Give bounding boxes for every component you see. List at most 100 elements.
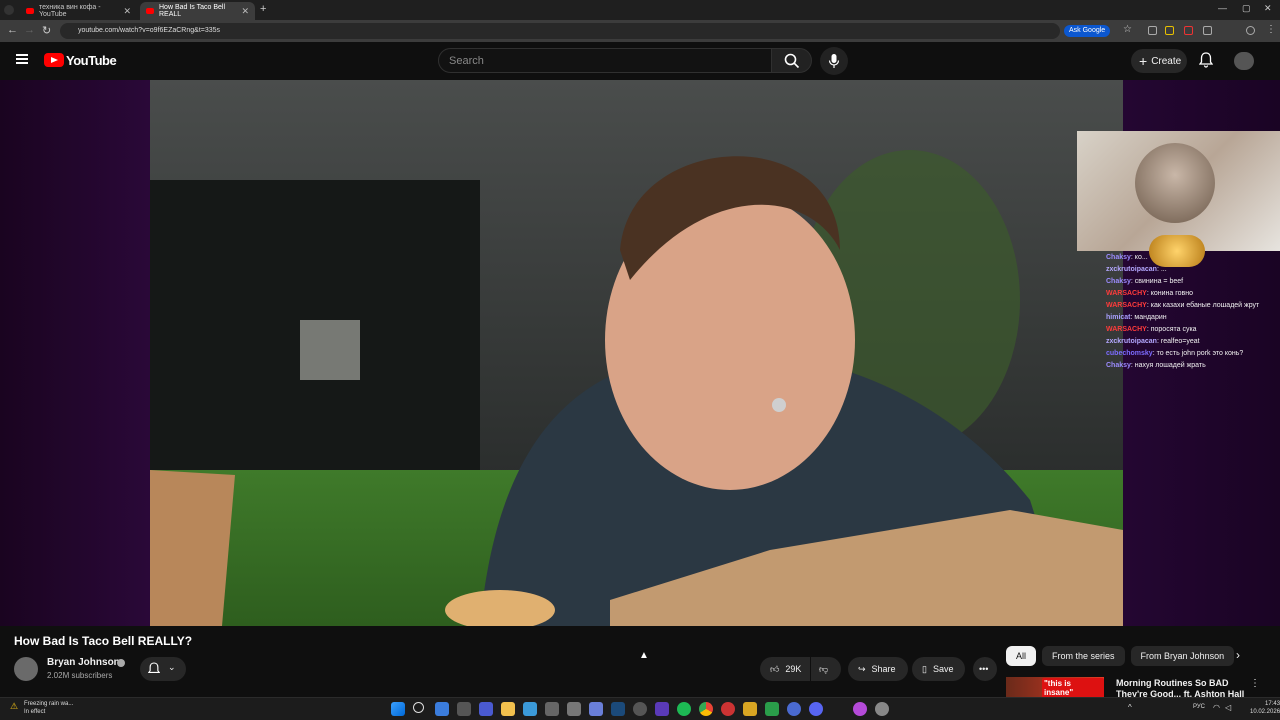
start-windows-icon[interactable] (391, 702, 405, 716)
chat-username: WARSACHY (1106, 290, 1147, 297)
chat-message: cubechomsky: то есть john pork это конь? (1106, 350, 1244, 357)
share-label: Share (871, 664, 896, 674)
chat-text: ко... (1134, 254, 1148, 261)
volume-icon[interactable]: ◁ (1225, 703, 1231, 712)
file-explorer-icon[interactable] (501, 702, 515, 716)
tab-inactive[interactable]: техника вин кофа - YouTube ✕ (20, 2, 137, 20)
close-tab-icon[interactable]: ✕ (241, 6, 249, 17)
tray-chevron-up-icon[interactable]: ^ (1128, 703, 1132, 712)
chat-username: cubechomsky (1106, 350, 1153, 357)
chat-text: нахуя лошадей жрать (1134, 362, 1206, 369)
tab-list-icon[interactable] (4, 5, 14, 15)
chat-username: Chaksy (1106, 278, 1131, 285)
close-window-icon[interactable]: ✕ (1264, 3, 1272, 14)
account-avatar[interactable] (1234, 52, 1254, 70)
bookmark-star-icon[interactable]: ☆ (1123, 24, 1132, 35)
weather-line-2: In effect (24, 709, 46, 715)
minimize-icon[interactable]: — (1218, 3, 1227, 13)
maximize-icon[interactable]: ▢ (1242, 3, 1251, 14)
browser-menu-icon[interactable]: ⋮ (1266, 24, 1276, 35)
like-count: 29K (785, 664, 802, 674)
wifi-icon[interactable]: ◠ (1213, 703, 1220, 712)
new-tab-button[interactable]: + (260, 3, 266, 15)
share-button[interactable]: ↪ Share (848, 657, 908, 681)
chip-from-channel[interactable]: From Bryan Johnson (1130, 646, 1235, 666)
video-letterbox-left (0, 80, 150, 626)
chat-message: Chaksy: нахуя лошадей жрать (1106, 362, 1206, 369)
app-icon[interactable] (721, 702, 735, 716)
chip-from-series[interactable]: From the series (1042, 646, 1125, 666)
search-icon (784, 53, 800, 69)
url-field[interactable]: youtube.com/watch?v=o9f6EZaCRng&t=335s (60, 23, 1060, 39)
save-button[interactable]: ▯ Save (912, 657, 965, 681)
tab-active[interactable]: How Bad Is Taco Bell REALL ✕ (140, 2, 255, 20)
search-input[interactable]: Search (438, 48, 772, 73)
youtube-logo-icon[interactable] (44, 53, 64, 67)
save-label: Save (932, 664, 954, 674)
close-tab-icon[interactable]: ✕ (123, 6, 131, 17)
verified-badge-icon (117, 659, 125, 667)
app-icon[interactable] (743, 702, 757, 716)
spotify-icon[interactable] (677, 702, 691, 716)
input-language[interactable]: РУС (1193, 704, 1205, 710)
app-icon[interactable] (853, 702, 867, 716)
chatgpt-icon[interactable] (633, 702, 647, 716)
chat-username: WARSACHY (1106, 326, 1147, 333)
chrome-icon[interactable] (699, 702, 713, 716)
app-icon[interactable] (523, 702, 537, 716)
hamburger-menu-icon[interactable] (16, 54, 28, 64)
chat-message: WARSACHY: поросята сука (1106, 326, 1197, 333)
channel-avatar[interactable] (14, 657, 38, 681)
profile-icon[interactable] (1246, 26, 1255, 35)
video-player[interactable] (150, 80, 1123, 626)
chat-message: WARSACHY: как казахи ебаные лошадей жрут (1106, 302, 1260, 309)
extension-icon[interactable] (1165, 26, 1174, 35)
chat-text: поросята сука (1150, 326, 1197, 333)
dislike-button[interactable]: 👎︎ (811, 657, 841, 681)
app-icon[interactable] (765, 702, 779, 716)
discord-icon[interactable] (809, 702, 823, 716)
tab-title: техника вин кофа - YouTube (39, 4, 101, 18)
chat-username: zxckrutoipacan (1106, 266, 1157, 273)
forward-icon[interactable]: → (24, 24, 35, 36)
extension-icon[interactable] (1184, 26, 1193, 35)
ask-google-button[interactable]: Ask Google (1064, 25, 1111, 37)
recommendation-menu-icon[interactable]: ⋮ (1250, 678, 1260, 689)
like-button[interactable]: 👍︎ 29K (760, 657, 810, 681)
chat-username: himicat (1106, 314, 1131, 321)
notification-settings-button[interactable]: ⌄ (140, 657, 186, 681)
app-icon[interactable] (545, 702, 559, 716)
more-actions-button[interactable]: ••• (973, 657, 997, 681)
extensions-puzzle-icon[interactable] (1203, 26, 1212, 35)
settings-gear-icon[interactable] (875, 702, 889, 716)
notifications-bell-icon[interactable] (1199, 52, 1213, 68)
voice-search-button[interactable] (820, 47, 848, 75)
app-icon-active[interactable] (589, 702, 603, 716)
chat-text: свинина = beef (1134, 278, 1184, 285)
search-taskbar-icon[interactable] (413, 702, 424, 713)
chip-all[interactable]: All (1006, 646, 1037, 666)
chips-next-icon[interactable]: › (1236, 648, 1240, 662)
create-button[interactable]: + Create (1131, 49, 1187, 73)
search-button[interactable] (771, 48, 812, 73)
reload-icon[interactable]: ↻ (42, 24, 51, 37)
chat-username: zxckrutoipacan (1106, 338, 1157, 345)
app-icon[interactable] (479, 702, 493, 716)
app-icon[interactable] (787, 702, 801, 716)
extension-icon[interactable] (1148, 26, 1157, 35)
youtube-logo-text[interactable]: YouTube (66, 53, 117, 68)
steam-icon[interactable] (611, 702, 625, 716)
app-icon[interactable] (435, 702, 449, 716)
clock-date: 10.02.2026 (1250, 709, 1280, 715)
thumbs-up-icon: 👍︎ (770, 663, 780, 674)
chat-message: zxckrutoipacan: realfeo=yeat (1106, 338, 1200, 345)
system-clock[interactable]: 17:43 10.02.2026 (1250, 700, 1280, 716)
chevron-down-icon: ⌄ (168, 662, 176, 672)
app-icon[interactable] (567, 702, 581, 716)
back-icon[interactable]: ← (7, 24, 18, 36)
app-icon[interactable] (457, 702, 471, 716)
app-icon[interactable] (655, 702, 669, 716)
microphone-icon (828, 54, 840, 68)
channel-name[interactable]: Bryan Johnson (47, 657, 120, 668)
weather-widget[interactable]: ⚠ Freezing rain wa... In effect (10, 700, 73, 716)
